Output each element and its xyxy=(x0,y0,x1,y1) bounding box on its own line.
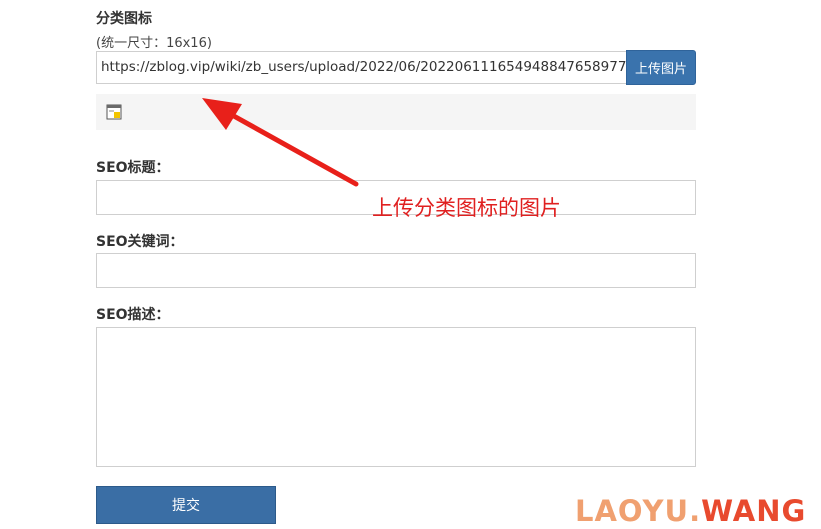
seo-description-label: SEO描述： xyxy=(96,307,170,323)
seo-keywords-input[interactable] xyxy=(96,253,696,288)
category-icon-size-hint: (统一尺寸：16x16) xyxy=(96,36,212,51)
seo-title-label: SEO标题： xyxy=(96,160,170,176)
upload-image-button[interactable]: 上传图片 xyxy=(626,50,696,85)
watermark-logo: LAOYU.WANG xyxy=(575,494,806,528)
image-preview-icon xyxy=(106,104,122,120)
submit-button[interactable]: 提交 xyxy=(96,486,276,524)
watermark-part2: WANG xyxy=(701,494,807,528)
icon-url-input[interactable]: https://zblog.vip/wiki/zb_users/upload/2… xyxy=(96,51,626,84)
watermark-part1: LAOYU. xyxy=(575,494,702,528)
annotation-text: 上传分类图标的图片 xyxy=(372,196,561,220)
icon-preview-area xyxy=(96,94,696,130)
seo-keywords-label: SEO关键词： xyxy=(96,234,184,250)
seo-description-textarea[interactable] xyxy=(96,327,696,467)
category-icon-label: 分类图标 xyxy=(96,11,152,27)
